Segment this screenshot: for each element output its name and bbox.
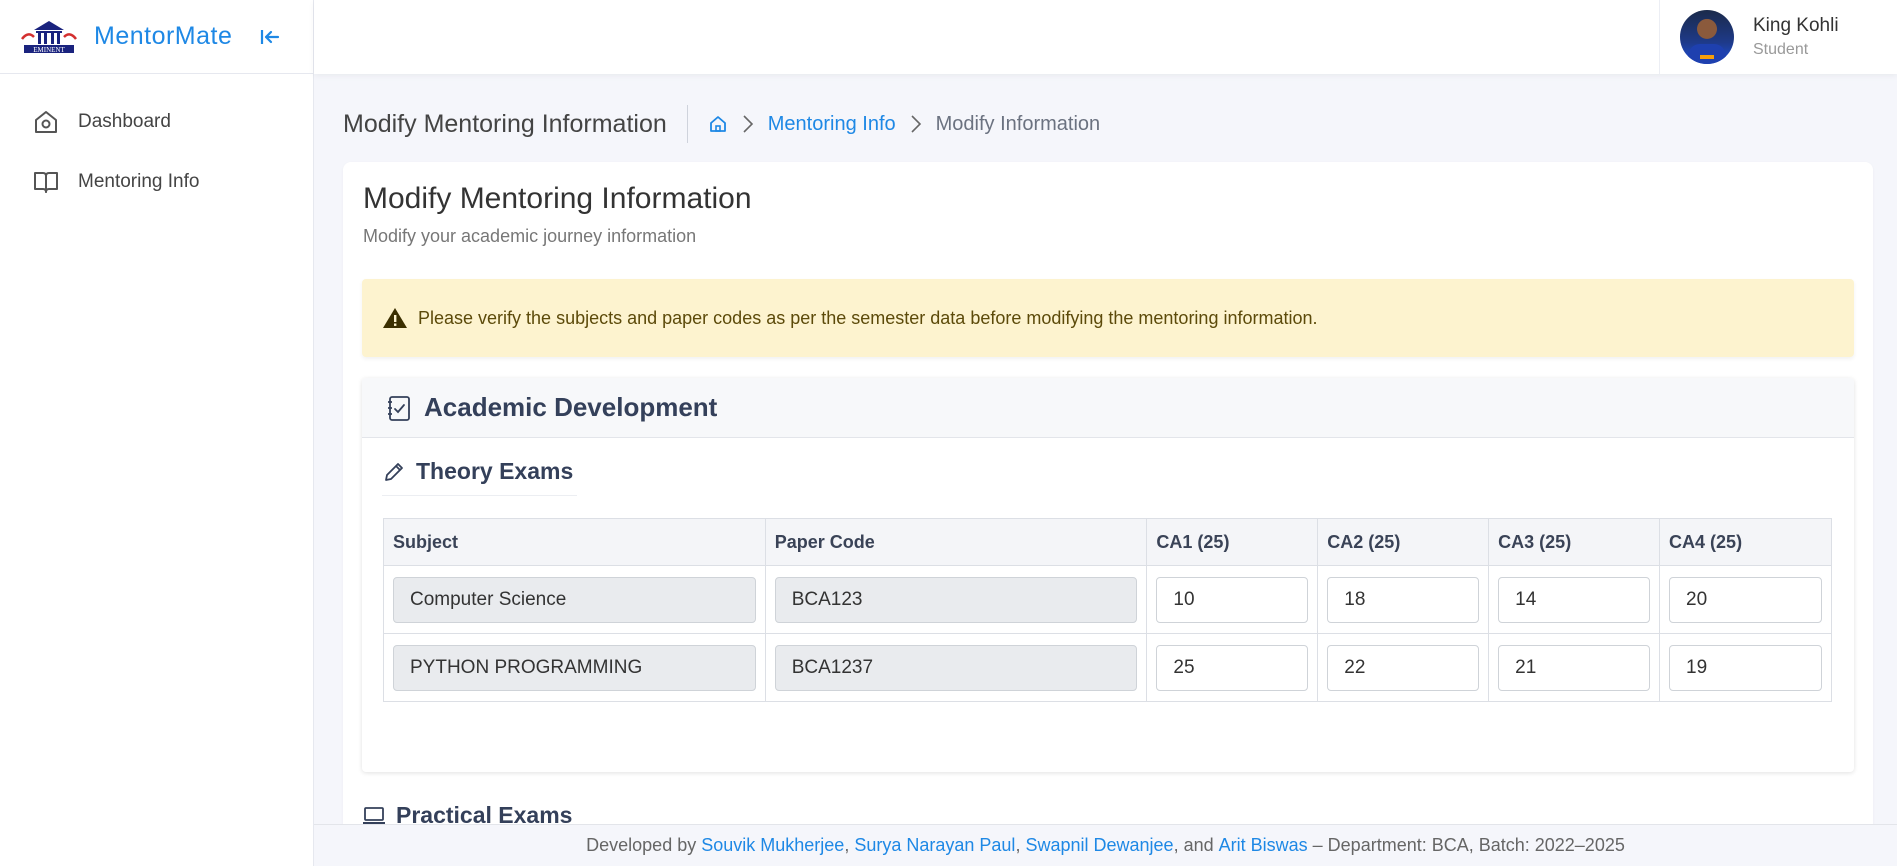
table-header-row: Subject Paper Code CA1 (25) CA2 (25) CA3…	[383, 518, 1832, 566]
brand: EMINENT MentorMate	[0, 0, 313, 74]
svg-text:EMINENT: EMINENT	[33, 46, 65, 54]
ca4-input[interactable]	[1669, 644, 1822, 691]
card-title: Modify Mentoring Information	[363, 182, 752, 215]
breadcrumb: Mentoring Info Modify Information	[708, 113, 1100, 136]
academic-development-section: Academic Development Theory Exams Subjec…	[362, 378, 1854, 772]
footer-prefix: Developed by	[586, 835, 697, 855]
sidebar-nav: Dashboard Mentoring Info	[0, 74, 313, 212]
avatar	[1680, 10, 1734, 64]
sidebar-item-label: Mentoring Info	[78, 171, 200, 192]
home-icon	[35, 111, 57, 133]
paper-code-field[interactable]	[774, 576, 1138, 623]
footer: Developed by Souvik Mukherjee, Surya Nar…	[314, 824, 1897, 866]
card-subtitle: Modify your academic journey information	[363, 226, 697, 246]
ca1-input[interactable]	[1156, 576, 1309, 623]
subject-field[interactable]	[393, 644, 756, 691]
breadcrumb-current: Modify Information	[935, 112, 1101, 135]
ca1-input[interactable]	[1156, 644, 1309, 691]
checklist-icon	[388, 395, 410, 421]
laptop-icon	[363, 806, 385, 824]
theory-exams-title: Theory Exams	[416, 458, 574, 484]
sidebar-item-mentoring-info[interactable]: Mentoring Info	[0, 152, 313, 212]
footer-separator: ,	[1015, 835, 1021, 855]
collapse-sidebar-icon[interactable]	[258, 25, 282, 49]
column-header: CA3 (25)	[1488, 518, 1661, 566]
ca2-input[interactable]	[1327, 576, 1480, 623]
theory-exams-header: Theory Exams	[382, 456, 578, 496]
main-card: Modify Mentoring Information Modify your…	[343, 162, 1873, 866]
column-header: CA2 (25)	[1317, 518, 1490, 566]
ca2-input[interactable]	[1327, 644, 1480, 691]
subject-field[interactable]	[393, 576, 756, 623]
chevron-right-icon	[743, 115, 753, 133]
footer-separator: ,	[844, 835, 850, 855]
footer-suffix: – Department: BCA, Batch: 2022–2025	[1312, 835, 1625, 855]
author-link[interactable]: Arit Biswas	[1219, 835, 1308, 856]
book-icon	[34, 172, 58, 193]
page-header: Modify Mentoring Information Mentoring I…	[343, 105, 1100, 143]
alert-text: Please verify the subjects and paper cod…	[418, 307, 1318, 328]
table-row	[383, 565, 1832, 634]
home-icon[interactable]	[708, 114, 728, 134]
warning-alert: Please verify the subjects and paper cod…	[362, 279, 1854, 357]
author-link[interactable]: Swapnil Dewanjee	[1025, 835, 1173, 856]
author-link[interactable]: Souvik Mukherjee	[701, 835, 844, 856]
column-header: Subject	[383, 518, 766, 566]
paper-code-field[interactable]	[774, 644, 1138, 691]
ca3-input[interactable]	[1498, 576, 1651, 623]
user-name: King Kohli	[1753, 15, 1839, 36]
divider	[686, 105, 688, 143]
chevron-right-icon	[911, 115, 921, 133]
ca3-input[interactable]	[1498, 644, 1651, 691]
warning-icon	[383, 308, 407, 328]
sidebar-item-dashboard[interactable]: Dashboard	[0, 92, 313, 152]
theory-exams-table: Subject Paper Code CA1 (25) CA2 (25) CA3…	[383, 518, 1832, 702]
ca4-input[interactable]	[1669, 576, 1822, 623]
user-role: Student	[1753, 41, 1809, 58]
top-bar: King Kohli Student	[314, 0, 1897, 74]
user-info: King Kohli Student	[1753, 15, 1839, 59]
pencil-icon	[385, 462, 403, 481]
eminent-logo: EMINENT	[21, 20, 77, 54]
section-title: Academic Development	[424, 392, 718, 422]
author-link[interactable]: Surya Narayan Paul	[854, 835, 1015, 856]
breadcrumb-mentoring-info[interactable]: Mentoring Info	[768, 113, 896, 136]
column-header: CA4 (25)	[1659, 518, 1832, 566]
section-header: Academic Development	[362, 378, 1854, 438]
table-row	[383, 633, 1832, 702]
user-menu[interactable]: King Kohli Student	[1659, 0, 1897, 74]
footer-and: , and	[1173, 835, 1214, 855]
app-name: MentorMate	[94, 22, 233, 50]
sidebar-item-label: Dashboard	[78, 111, 171, 132]
column-header: Paper Code	[764, 518, 1148, 566]
column-header: CA1 (25)	[1146, 518, 1319, 566]
sidebar: EMINENT MentorMate Dashboard Mentoring I…	[0, 0, 314, 866]
page-title: Modify Mentoring Information	[343, 109, 667, 138]
